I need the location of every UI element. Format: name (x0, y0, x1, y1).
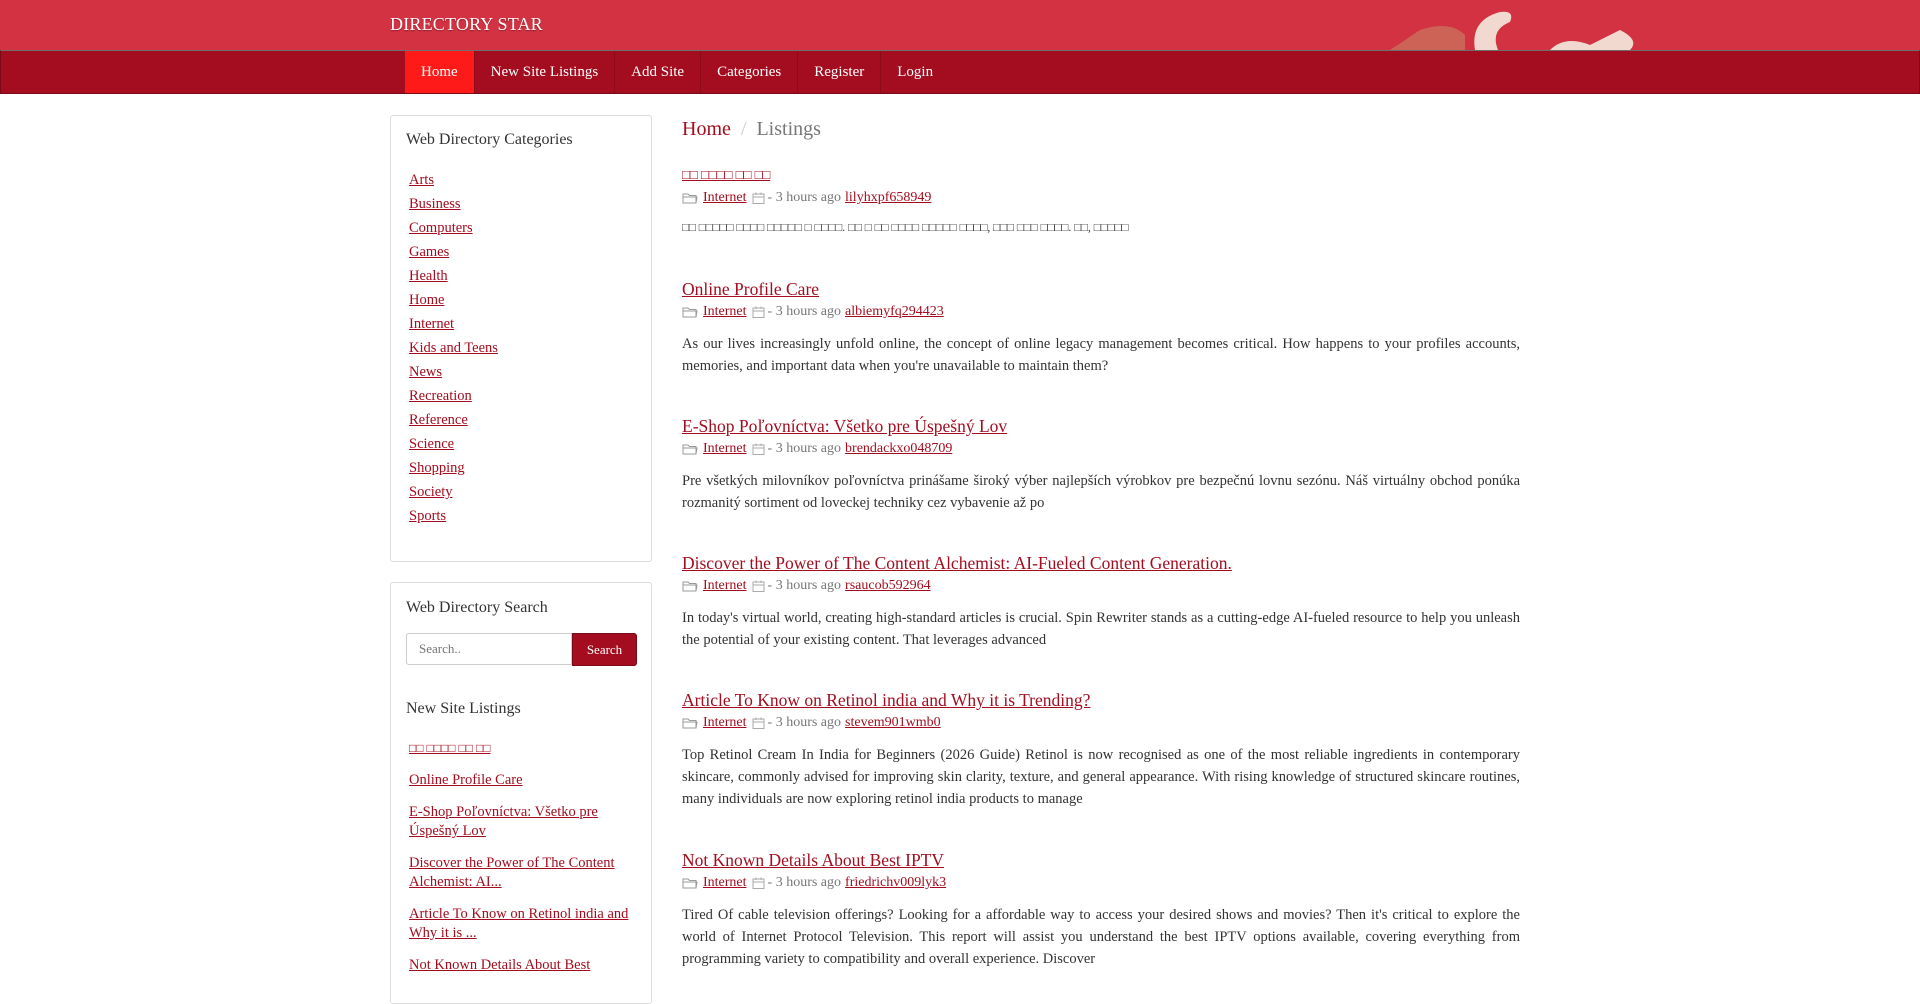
listing-description: □□ □□□□□ □□□□ □□□□□ □ □□□□. □□ □ □□ □□□□… (682, 222, 1129, 234)
listing-meta: Internet - 3 hours ago brendackxo048709 (682, 440, 1520, 458)
listing-title[interactable]: Not Known Details About Best IPTV (682, 850, 1520, 870)
listing-title[interactable]: Article To Know on Retinol india and Why… (682, 690, 1520, 710)
listing-item: Discover the Power of The Content Alchem… (682, 553, 1520, 651)
listing-title[interactable]: E-Shop Poľovníctva: Všetko pre Úspešný L… (682, 416, 1520, 436)
listing-description: As our lives increasingly unfold online,… (682, 336, 1520, 374)
listing-description: Tired Of cable television offerings? Loo… (682, 907, 1520, 967)
new-listing-link[interactable]: Online Profile Care (409, 772, 523, 788)
category-link[interactable]: Reference (409, 412, 468, 428)
breadcrumb: Home / Listings (682, 118, 821, 141)
listing-time: - 3 hours ago (767, 190, 842, 205)
nav-register[interactable]: Register (798, 51, 882, 93)
breadcrumb-current: Listings (756, 118, 821, 140)
calendar-icon (752, 877, 765, 889)
folder-icon (682, 581, 698, 592)
listing-item: □□ □□□□ □□ □□ Internet - 3 hours ago lil… (682, 165, 1520, 239)
category-link[interactable]: Computers (409, 220, 473, 236)
category-link[interactable]: Shopping (409, 460, 465, 476)
category-link[interactable]: Business (409, 196, 461, 212)
listing-meta: Internet - 3 hours ago albiemyfq294423 (682, 303, 1520, 321)
header-bar: DIRECTORY STAR (0, 0, 1920, 50)
listing-description: Pre všetkých milovníkov poľovníctva prin… (682, 473, 1520, 511)
nav-add-site[interactable]: Add Site (615, 51, 702, 93)
search-input[interactable] (406, 633, 572, 665)
listing-time: - 3 hours ago (767, 715, 842, 730)
header-decoration (1390, 11, 1634, 50)
listing-item: Online Profile Care Internet - 3 hours a… (682, 279, 1520, 377)
listing-category-link[interactable]: Internet (703, 874, 747, 892)
listing-category-link[interactable]: Internet (703, 577, 747, 595)
calendar-icon (752, 306, 765, 318)
site-brand[interactable]: DIRECTORY STAR (390, 14, 543, 35)
folder-icon (682, 878, 698, 889)
nav-categories[interactable]: Categories (701, 51, 799, 93)
main-navbar: Home New Site Listings Add Site Categori… (0, 50, 1920, 94)
calendar-icon (752, 443, 765, 455)
folder-icon (682, 718, 698, 729)
new-listing-link[interactable]: E-Shop Poľovníctva: Všetko pre Úspešný L… (409, 804, 598, 839)
categories-title: Web Directory Categories (406, 131, 573, 148)
nav-new-site-listings[interactable]: New Site Listings (475, 51, 616, 93)
category-link[interactable]: Home (409, 292, 444, 308)
categories-panel: Web Directory Categories Arts Business C… (390, 115, 652, 562)
listing-meta: Internet - 3 hours ago rsaucob592964 (682, 577, 1520, 595)
listing-user-link[interactable]: brendackxo048709 (845, 440, 952, 458)
listing-user-link[interactable]: stevem901wmb0 (845, 714, 941, 732)
listing-time: - 3 hours ago (767, 441, 842, 456)
listing-title[interactable]: Online Profile Care (682, 279, 1520, 299)
listing-meta: Internet - 3 hours ago stevem901wmb0 (682, 714, 1520, 732)
listing-title[interactable]: Discover the Power of The Content Alchem… (682, 553, 1520, 573)
category-link[interactable]: Games (409, 244, 449, 260)
listing-description: Top Retinol Cream In India for Beginners… (682, 747, 1520, 807)
new-listing-link[interactable]: □□ □□□□ □□ □□ (409, 741, 490, 755)
folder-icon (682, 307, 698, 318)
category-list: Arts Business Computers Games Health Hom… (409, 172, 498, 532)
search-panel: Web Directory Search Search New Site Lis… (390, 582, 652, 1004)
listing-category-link[interactable]: Internet (703, 714, 747, 732)
listing-item: Not Known Details About Best IPTV Intern… (682, 850, 1520, 970)
calendar-icon (752, 192, 765, 204)
nav-menu: Home New Site Listings Add Site Categori… (405, 51, 949, 93)
new-listing-link[interactable]: Discover the Power of The Content Alchem… (409, 855, 615, 890)
category-link[interactable]: Health (409, 268, 448, 284)
listing-time: - 3 hours ago (767, 578, 842, 593)
new-listing-link[interactable]: Article To Know on Retinol india and Why… (409, 906, 628, 941)
category-link[interactable]: Society (409, 484, 453, 500)
calendar-icon (752, 580, 765, 592)
listing-user-link[interactable]: rsaucob592964 (845, 577, 931, 595)
listing-user-link[interactable]: lilyhxpf658949 (845, 189, 931, 207)
search-button[interactable]: Search (572, 633, 637, 666)
listing-time: - 3 hours ago (767, 304, 842, 319)
category-link[interactable]: Science (409, 436, 454, 452)
listing-category-link[interactable]: Internet (703, 440, 747, 458)
listing-user-link[interactable]: friedrichv009lyk3 (845, 874, 946, 892)
category-link[interactable]: Internet (409, 316, 454, 332)
listing-meta: Internet - 3 hours ago friedrichv009lyk3 (682, 874, 1520, 892)
nav-login[interactable]: Login (881, 51, 949, 93)
category-link[interactable]: Kids and Teens (409, 340, 498, 356)
new-listings-list: □□ □□□□ □□ □□ Online Profile Care E-Shop… (409, 739, 634, 988)
listing-user-link[interactable]: albiemyfq294423 (845, 303, 944, 321)
calendar-icon (752, 717, 765, 729)
new-listings-title: New Site Listings (406, 700, 521, 717)
category-link[interactable]: Sports (409, 508, 446, 524)
category-link[interactable]: News (409, 364, 442, 380)
listing-category-link[interactable]: Internet (703, 189, 747, 207)
folder-icon (682, 444, 698, 455)
listing-item: E-Shop Poľovníctva: Všetko pre Úspešný L… (682, 416, 1520, 514)
nav-home[interactable]: Home (405, 51, 475, 93)
folder-icon (682, 193, 698, 204)
breadcrumb-separator: / (740, 118, 747, 140)
listing-description: In today's virtual world, creating high-… (682, 610, 1520, 648)
category-link[interactable]: Recreation (409, 388, 472, 404)
listing-item: Article To Know on Retinol india and Why… (682, 690, 1520, 810)
breadcrumb-home[interactable]: Home (682, 118, 731, 140)
listing-time: - 3 hours ago (767, 875, 842, 890)
search-title: Web Directory Search (406, 599, 548, 616)
listing-category-link[interactable]: Internet (703, 303, 747, 321)
listing-title[interactable]: □□ □□□□ □□ □□ (682, 165, 1520, 185)
category-link[interactable]: Arts (409, 172, 434, 188)
new-listing-link[interactable]: Not Known Details About Best (409, 957, 590, 973)
listing-meta: Internet - 3 hours ago lilyhxpf658949 (682, 189, 1520, 207)
